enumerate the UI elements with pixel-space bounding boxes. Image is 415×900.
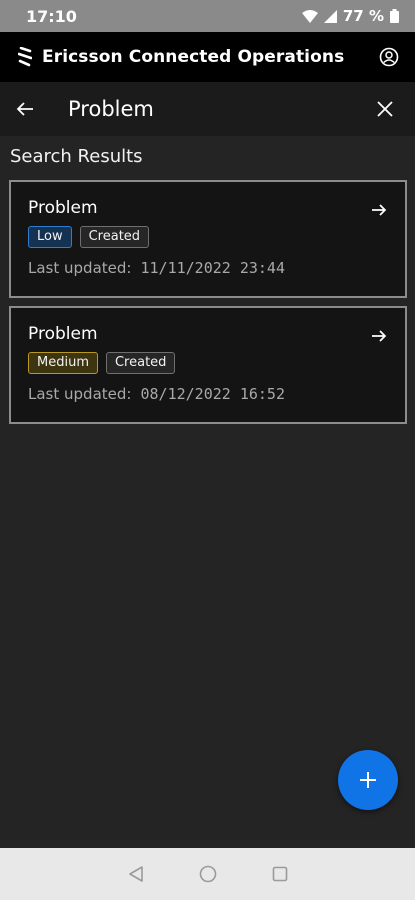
nav-back-icon	[128, 866, 143, 882]
ericsson-logo-icon	[18, 47, 32, 67]
open-result-button[interactable]	[371, 202, 387, 221]
page-title: Problem	[68, 97, 154, 121]
battery-level: 77 %	[342, 7, 384, 25]
status-time: 17:10	[26, 6, 77, 26]
badge-group: Medium Created	[28, 352, 388, 374]
status-indicators: 77 %	[301, 7, 399, 25]
last-updated: Last updated: 08/12/2022 16:52	[28, 385, 388, 403]
wifi-icon	[301, 9, 318, 23]
nav-recents-icon	[272, 866, 287, 882]
app-header: Ericsson Connected Operations	[0, 32, 415, 82]
profile-icon	[379, 47, 399, 67]
result-title: Problem	[28, 198, 98, 218]
plus-icon	[360, 772, 376, 788]
severity-badge: Low	[28, 226, 72, 248]
state-badge: Created	[105, 352, 176, 374]
close-icon	[377, 101, 393, 117]
section-title: Search Results	[10, 146, 143, 167]
back-button[interactable]	[16, 101, 34, 117]
app-title: Ericsson Connected Operations	[42, 47, 345, 67]
last-updated-label: Last updated:	[28, 259, 132, 277]
result-title: Problem	[28, 324, 98, 344]
result-card[interactable]: Problem Medium Created Last updated: 08/…	[9, 306, 407, 424]
back-arrow-icon	[16, 102, 33, 116]
arrow-right-icon	[372, 204, 387, 216]
last-updated-value: 11/11/2022 23:44	[140, 259, 285, 277]
last-updated-label: Last updated:	[28, 385, 132, 403]
signal-icon	[323, 9, 337, 23]
add-button[interactable]	[338, 750, 398, 810]
nav-back-button[interactable]	[128, 865, 144, 883]
battery-icon	[390, 9, 399, 23]
arrow-right-icon	[372, 330, 387, 342]
badge-group: Low Created	[28, 226, 388, 248]
nav-home-button[interactable]	[199, 865, 217, 883]
status-bar: 17:10 77 %	[0, 0, 415, 32]
open-result-button[interactable]	[371, 328, 387, 347]
severity-badge: Medium	[28, 352, 98, 374]
last-updated: Last updated: 11/11/2022 23:44	[28, 259, 388, 277]
profile-button[interactable]	[379, 47, 399, 67]
state-badge: Created	[79, 226, 150, 248]
nav-home-icon	[199, 865, 216, 883]
toolbar: Problem	[0, 82, 415, 136]
last-updated-value: 08/12/2022 16:52	[140, 385, 285, 403]
system-nav-bar	[0, 848, 415, 900]
result-card[interactable]: Problem Low Created Last updated: 11/11/…	[9, 180, 407, 298]
nav-recents-button[interactable]	[272, 866, 288, 882]
close-button[interactable]	[377, 101, 393, 117]
